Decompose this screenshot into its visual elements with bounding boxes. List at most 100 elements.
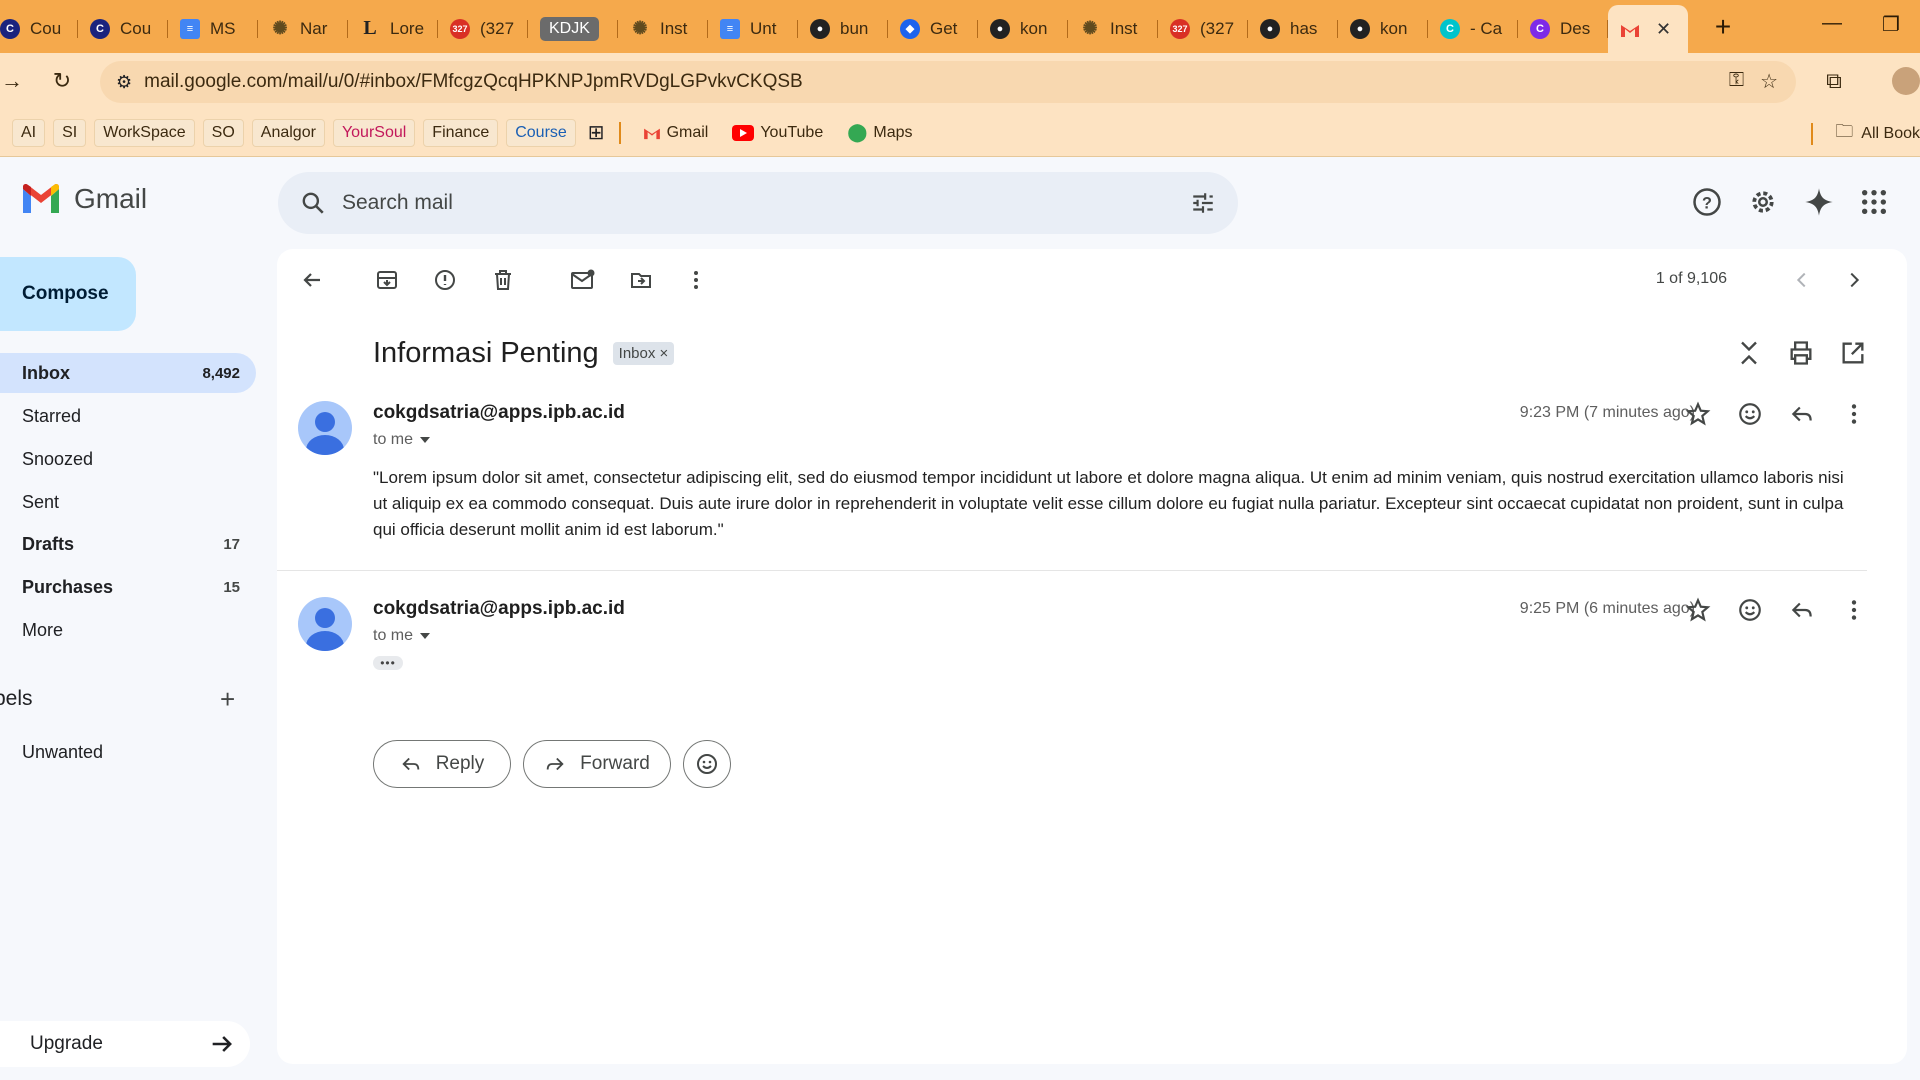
drafts-count: 17 [223,535,240,553]
browser-tab-group[interactable]: KDJK [528,9,618,49]
search-icon[interactable] [300,190,326,216]
sender-email[interactable]: cokgdsatria@apps.ipb.ac.id [373,598,625,620]
inbox-label-chip[interactable]: Inbox × [612,342,675,365]
sidebar-label-unwanted[interactable]: Unwanted [0,732,256,772]
bookmark-star-icon[interactable]: ☆ [1760,69,1778,94]
gemini-sparkle-icon[interactable] [1804,187,1834,217]
password-key-icon[interactable]: ⚿ [1729,69,1744,94]
emoji-reaction-button[interactable] [683,740,731,788]
emoji-react-icon [697,754,717,774]
profile-avatar[interactable] [1892,67,1920,95]
help-icon[interactable]: ? [1692,187,1722,217]
browser-tab[interactable]: C Cou [0,9,78,49]
star-icon[interactable] [1685,597,1711,623]
bookmark-maps[interactable]: ⬤ Maps [839,118,920,147]
forward-button[interactable]: Forward [523,740,671,788]
browser-tab[interactable]: ≡ MS [168,9,258,49]
more-options-icon[interactable] [1841,597,1867,623]
minimize-icon[interactable]: — [1822,12,1842,35]
all-bookmarks[interactable]: 🗀 All Book [1805,119,1920,149]
message-body: "Lorem ipsum dolor sit amet, consectetur… [373,468,1844,539]
browser-tab[interactable]: C Cou [78,9,168,49]
gmail-m-icon [23,183,59,213]
next-message-icon[interactable] [1839,265,1869,295]
search-input[interactable]: Search mail [342,191,453,215]
sender-avatar[interactable] [298,597,352,651]
report-spam-icon[interactable] [430,265,460,295]
google-apps-icon[interactable] [1860,188,1888,216]
sidebar-item-inbox[interactable]: Inbox 8,492 [0,353,256,393]
forward-icon[interactable]: → [0,63,30,99]
browser-tab[interactable]: 327 (327 [1158,9,1248,49]
browser-tab[interactable]: ✺ Inst [618,9,708,49]
bookmark-folder[interactable]: YourSoul [332,118,416,147]
bookmark-folder[interactable]: SO [202,118,244,147]
reply-icon[interactable] [1789,597,1815,623]
back-arrow-icon[interactable] [297,265,327,295]
browser-tab[interactable]: ≡ Unt [708,9,798,49]
sidebar-item-snoozed[interactable]: Snoozed [0,439,256,479]
search-options-icon[interactable] [1190,190,1216,216]
delete-trash-icon[interactable] [488,265,518,295]
sidebar-item-purchases[interactable]: Purchases 15 [0,567,256,607]
reply-button[interactable]: Reply [373,740,511,788]
more-options-icon[interactable] [681,265,711,295]
browser-tab-active-gmail[interactable]: ✕ [1608,5,1688,54]
sender-email[interactable]: cokgdsatria@apps.ipb.ac.id [373,402,625,424]
more-options-icon[interactable] [1841,401,1867,427]
emoji-react-icon[interactable] [1737,597,1763,623]
browser-tab[interactable]: L Lore [348,9,438,49]
browser-tab[interactable]: ● kon [978,9,1068,49]
close-tab-icon[interactable]: ✕ [1656,19,1671,40]
browser-tab[interactable]: C- Ca [1428,9,1518,49]
address-bar[interactable]: ⚙ mail.google.com/mail/u/0/#inbox/FMfcgz… [100,61,1796,103]
archive-icon[interactable] [372,265,402,295]
upgrade-button[interactable]: Upgrade [0,1021,250,1067]
browser-tab[interactable]: ● has [1248,9,1338,49]
sidebar-item-more[interactable]: More [0,610,256,650]
sidebar-item-drafts[interactable]: Drafts 17 [0,524,256,564]
collapse-all-icon[interactable] [1735,339,1763,367]
show-trimmed-content-button[interactable]: ••• [373,656,403,670]
reply-icon[interactable] [1789,401,1815,427]
bookmark-folder[interactable]: SI [53,118,87,147]
compose-button[interactable]: Compose [0,257,136,331]
sidebar-item-starred[interactable]: Starred [0,396,256,436]
new-tab-button[interactable]: + [1708,11,1738,43]
apps-grid-icon[interactable]: ⊞ [588,120,605,145]
restore-icon[interactable]: ❐ [1882,12,1900,37]
prev-message-icon[interactable] [1787,265,1817,295]
recipient-toggle[interactable]: to me [373,627,431,645]
print-icon[interactable] [1787,339,1815,367]
github-icon: ● [1350,18,1370,39]
mark-unread-icon[interactable] [568,265,598,295]
star-icon[interactable] [1685,401,1711,427]
add-label-icon[interactable]: + [220,684,235,715]
browser-tab[interactable]: ● kon [1338,9,1428,49]
bookmark-gmail[interactable]: Gmail [635,120,717,146]
browser-tab[interactable]: ◆ Get [888,9,978,49]
settings-gear-icon[interactable] [1748,187,1778,217]
extensions-icon[interactable]: ⧉ [1816,63,1852,99]
browser-tab[interactable]: ✺ Inst [1068,9,1158,49]
reload-icon[interactable]: ↻ [44,63,80,99]
browser-tab[interactable]: C Des [1518,9,1608,49]
browser-tab[interactable]: ✺ Nar [258,9,348,49]
browser-tab[interactable]: 327 (327 [438,9,528,49]
bookmark-folder[interactable]: Analgor [251,118,325,147]
bookmark-folder[interactable]: WorkSpace [94,118,195,147]
bookmark-folder[interactable]: Course [506,118,576,147]
bookmark-folder[interactable]: Finance [423,118,499,147]
sidebar-item-sent[interactable]: Sent [0,482,256,522]
open-new-window-icon[interactable] [1839,339,1867,367]
recipient-toggle[interactable]: to me [373,431,431,449]
bookmark-folder[interactable]: AI [12,118,46,147]
emoji-react-icon[interactable] [1737,401,1763,427]
move-to-folder-icon[interactable] [626,265,656,295]
sender-avatar[interactable] [298,401,352,455]
bookmark-youtube[interactable]: YouTube [724,120,831,146]
browser-tab[interactable]: ● bun [798,9,888,49]
gmail-logo[interactable]: Gmail [20,183,147,215]
site-info-icon[interactable]: ⚙ [116,72,132,93]
search-bar[interactable]: Search mail [278,172,1238,234]
